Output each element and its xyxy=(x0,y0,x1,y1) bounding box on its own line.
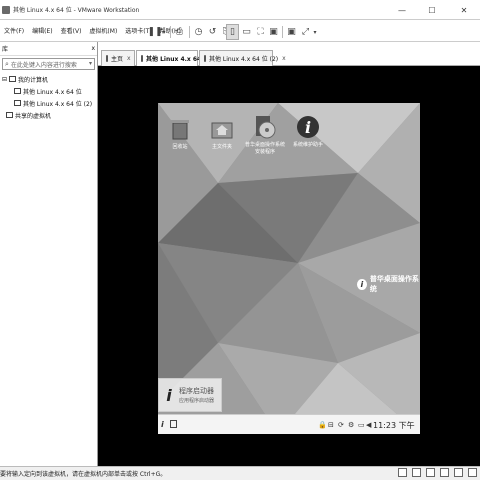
tab-vm2-label: 其他 Linux 4.x 64 位 (2) xyxy=(209,56,279,63)
status-message: 要将输入定向到该虚拟机，请在虚拟机内部单击或按 Ctrl+G。 xyxy=(0,471,167,478)
library-view-icon[interactable]: ▯ xyxy=(226,24,239,40)
full-screen-icon[interactable]: ⛶ xyxy=(254,24,267,40)
desktop-icon-home[interactable]: 主文件夹 xyxy=(202,117,242,150)
snapshot-icon[interactable]: ◷ xyxy=(192,24,205,40)
tab-home[interactable]: 主页 x xyxy=(101,50,135,66)
library-search-placeholder: 在此处键入内容进行搜索 xyxy=(10,61,77,69)
desktop-brand: i 普华桌面操作系统 xyxy=(357,274,420,294)
tab-vm2[interactable]: 其他 Linux 4.x 64 位 (2) x xyxy=(199,50,286,66)
trash-icon xyxy=(168,117,192,141)
menu-view[interactable]: 查看(V) xyxy=(61,26,82,35)
computer-icon xyxy=(9,76,17,82)
collapse-icon[interactable]: ⊟ xyxy=(2,76,7,83)
guest-desktop[interactable]: 回收站 主文件夹 普华桌面操作系统安装程序 i 系统维护助手 i 普华桌面操作系… xyxy=(158,103,420,434)
info-icon: i xyxy=(296,115,320,139)
tree-item-vm2[interactable]: 其他 Linux 4.x 64 位 (2) xyxy=(14,98,92,108)
network-icon[interactable]: ⊟ xyxy=(328,419,334,430)
installer-disc-icon xyxy=(253,115,277,139)
pause-icon[interactable]: ❚❚ xyxy=(147,24,162,40)
tree-label-vm2: 其他 Linux 4.x 64 位 (2) xyxy=(23,100,93,108)
home-folder-icon xyxy=(210,117,234,141)
brand-text: 普华桌面操作系统 xyxy=(369,275,419,293)
minimize-button[interactable]: — xyxy=(390,0,414,20)
cdrom-status-icon[interactable] xyxy=(412,468,421,477)
library-search-input[interactable]: ⌕ 在此处键入内容进行搜索 ▾ xyxy=(2,58,95,70)
vm-icon xyxy=(14,88,21,94)
settings-icon[interactable]: ⚙ xyxy=(348,419,354,430)
brand-logo-icon: i xyxy=(357,278,367,290)
tab-home-label: 主页 xyxy=(111,56,124,63)
message-status-icon[interactable] xyxy=(468,468,477,477)
search-icon: ⌕ xyxy=(5,59,9,68)
library-header: 库 x xyxy=(0,42,97,56)
status-bar: 要将输入定向到该虚拟机，请在虚拟机内部单击或按 Ctrl+G。 xyxy=(0,466,480,480)
desktop-icon-label: 回收站 xyxy=(172,144,188,150)
vmware-app-icon xyxy=(2,5,10,14)
harddisk-status-icon[interactable] xyxy=(398,468,407,477)
desktop-icon-label: 普华桌面操作系统安装程序 xyxy=(244,142,285,155)
launcher-logo-icon: i xyxy=(166,385,172,405)
desktop-icon-installer[interactable]: 普华桌面操作系统安装程序 xyxy=(244,115,286,155)
shared-vms-icon xyxy=(6,112,13,118)
tree-item-my-computer[interactable]: ⊟ 我的计算机 xyxy=(2,74,48,84)
volume-icon[interactable]: ◀ xyxy=(366,419,371,430)
lock-icon[interactable]: 🔒 xyxy=(318,419,327,430)
thumbnail-bar-icon[interactable]: ▭ xyxy=(240,24,253,40)
send-ctrl-alt-del-icon[interactable]: ⎙ xyxy=(173,24,186,40)
launcher-subtitle: 应用程序启动器 xyxy=(179,398,215,404)
desktop-icon-maintenance[interactable]: i 系统维护助手 xyxy=(288,115,328,148)
desktop-icon-label: 系统维护助手 xyxy=(292,142,323,148)
display-status-icon[interactable] xyxy=(454,468,463,477)
view-dropdown-icon[interactable]: ▾ xyxy=(311,24,319,40)
home-icon xyxy=(106,55,108,62)
svg-text:i: i xyxy=(305,118,311,137)
sound-status-icon[interactable] xyxy=(440,468,449,477)
maximize-button[interactable]: ☐ xyxy=(420,0,444,20)
library-pane: 库 x ⌕ 在此处键入内容进行搜索 ▾ ⊟ 我的计算机 其他 Linux 4.x… xyxy=(0,42,98,466)
revert-snapshot-icon[interactable]: ↺ xyxy=(206,24,219,40)
tree-label-vm1: 其他 Linux 4.x 64 位 xyxy=(23,88,82,96)
taskbar-clock[interactable]: 11:23 下午 xyxy=(373,420,415,431)
start-menu-icon[interactable]: i xyxy=(161,419,164,430)
guest-taskbar: i 🔒 ⊟ ⟳ ⚙ ▭ ◀ 11:23 下午 xyxy=(158,414,420,434)
launcher-title: 程序启动器 xyxy=(179,387,214,395)
desktop-icon-label: 主文件夹 xyxy=(211,144,232,150)
pause-dropdown-icon[interactable]: ▾ xyxy=(160,24,168,40)
menu-vm[interactable]: 虚拟机(M) xyxy=(89,26,117,35)
console-view-icon[interactable]: ▣ xyxy=(285,24,298,40)
tree-item-vm1[interactable]: 其他 Linux 4.x 64 位 xyxy=(14,86,82,96)
unity-icon[interactable]: ▣ xyxy=(267,24,280,40)
vm-icon xyxy=(204,55,206,62)
desktop-icon-trash[interactable]: 回收站 xyxy=(160,117,200,150)
tree-label-my-computer: 我的计算机 xyxy=(18,76,49,84)
vm-tabs-bar: 主页 x 其他 Linux 4.x 64 位 x 其他 Linux 4.x 64… xyxy=(98,42,480,66)
menu-file[interactable]: 文件(F) xyxy=(4,26,24,35)
vm-icon xyxy=(14,100,21,106)
tree-label-shared: 共享的虚拟机 xyxy=(15,112,52,120)
close-button[interactable]: ✕ xyxy=(452,0,476,20)
library-close-button[interactable]: x xyxy=(91,45,95,52)
menu-edit[interactable]: 编辑(E) xyxy=(32,26,52,35)
tab-home-close-icon[interactable]: x xyxy=(127,55,131,62)
tab-vm2-close-icon[interactable]: x xyxy=(282,55,286,62)
window-title: 其他 Linux 4.x 64 位 - VMware Workstation xyxy=(13,7,140,14)
search-dropdown-icon[interactable]: ▾ xyxy=(89,60,92,67)
battery-icon[interactable]: ▭ xyxy=(358,419,365,430)
show-desktop-icon[interactable] xyxy=(170,420,177,428)
tree-item-shared-vms[interactable]: 共享的虚拟机 xyxy=(6,110,51,120)
tab-vm1[interactable]: 其他 Linux 4.x 64 位 x xyxy=(136,50,217,66)
network-status-icon[interactable] xyxy=(426,468,435,477)
update-icon[interactable]: ⟳ xyxy=(338,419,344,430)
vm-icon xyxy=(141,55,143,62)
program-launcher-popup[interactable]: i 程序启动器 应用程序启动器 xyxy=(158,378,222,412)
library-title: 库 xyxy=(2,46,9,53)
